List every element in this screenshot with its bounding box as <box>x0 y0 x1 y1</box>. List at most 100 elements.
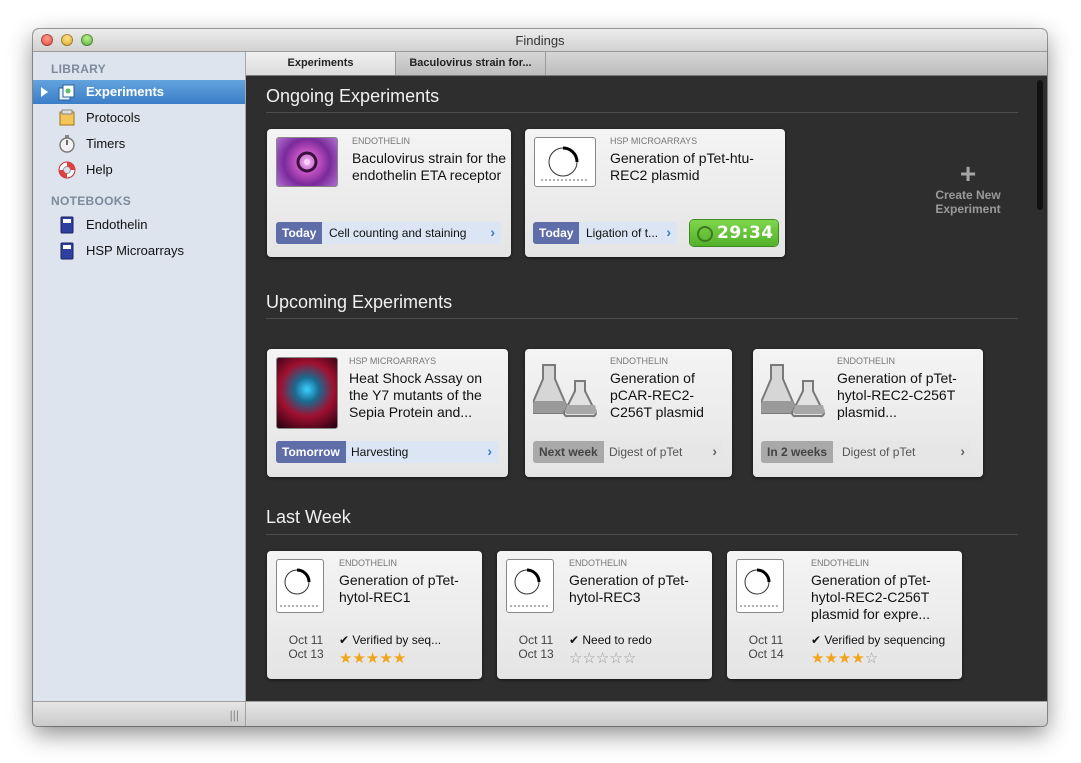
library-heading: LIBRARY <box>51 62 106 76</box>
sidebar-item-endothelin[interactable]: Endothelin <box>33 213 245 237</box>
star-empty-icon[interactable]: ☆ <box>609 650 622 667</box>
sidebar-item-timers[interactable]: Timers <box>33 132 245 156</box>
notebook-icon <box>60 242 74 260</box>
status-text: ✔ Need to redo <box>569 633 652 647</box>
create-label: Create New Experiment <box>935 188 1001 216</box>
sidebar-item-experiments[interactable]: Experiments <box>33 80 245 104</box>
star-filled-icon[interactable]: ★ <box>366 650 379 667</box>
sidebar-item-protocols[interactable]: Protocols <box>33 106 245 130</box>
status-text: ✔ Verified by seq... <box>339 633 442 647</box>
experiment-card[interactable]: ENDOTHELIN Generation of pCAR-REC2-C256T… <box>525 349 732 477</box>
star-empty-icon[interactable]: ☆ <box>582 650 595 667</box>
sidebar-footer: ||| <box>33 701 246 726</box>
card-title: Baculovirus strain for the endothelin ET… <box>352 150 507 183</box>
lifebuoy-icon <box>58 161 76 179</box>
title-bar: Findings <box>33 29 1047 52</box>
main-content: Ongoing Experiments ENDOTHELIN Baculovir… <box>246 76 1047 701</box>
divider <box>266 318 1018 319</box>
experiment-card[interactable]: ENDOTHELIN Generation of pTet-hytol-REC2… <box>727 551 962 679</box>
scrollbar-thumb[interactable] <box>1037 80 1043 210</box>
sidebar-item-hsp-microarrays[interactable]: HSP Microarrays <box>33 239 245 263</box>
date-end: Oct 13 <box>518 647 554 661</box>
window-title: Findings <box>515 33 565 48</box>
chevron-right-icon: › <box>487 443 492 459</box>
step-description: Cell counting and staining <box>329 226 467 240</box>
card-title: Heat Shock Assay on the Y7 mutants of th… <box>349 370 483 420</box>
chevron-right-icon: › <box>960 443 965 459</box>
tab-baculovirus[interactable]: Baculovirus strain for... <box>396 52 546 75</box>
plasmid-map-thumbnail <box>736 559 784 613</box>
sidebar-item-label: Experiments <box>86 84 165 99</box>
experiment-thumbnail <box>276 137 338 187</box>
star-filled-icon[interactable]: ★ <box>824 650 837 667</box>
step-when: Tomorrow <box>276 441 346 463</box>
app-window: Findings LIBRARY Experiments Protocols T… <box>33 29 1047 726</box>
create-new-experiment[interactable]: + Create New Experiment <box>918 158 1018 217</box>
star-filled-icon[interactable]: ★ <box>851 650 864 667</box>
disclosure-triangle-icon[interactable] <box>41 87 48 97</box>
date-start: Oct 11 <box>288 633 324 647</box>
experiment-card[interactable]: HSP MICROARRAYS Heat Shock Assay on the … <box>267 349 508 477</box>
flask-icon <box>761 364 825 418</box>
card-title: Generation of pTet-hytol-REC1 <box>339 572 459 605</box>
star-filled-icon[interactable]: ★ <box>339 650 352 667</box>
step-when: Today <box>533 222 580 244</box>
experiment-card[interactable]: ENDOTHELIN Baculovirus strain for the en… <box>267 129 511 257</box>
next-step[interactable]: Today Ligation of t... › <box>533 222 677 244</box>
card-title: Generation of pTet-hytol-REC2-C256T plas… <box>811 572 931 622</box>
sidebar-item-help[interactable]: Help <box>33 158 245 182</box>
chevron-right-icon: › <box>490 224 495 240</box>
clock-icon <box>697 226 713 242</box>
date-start: Oct 11 <box>518 633 554 647</box>
experiment-card[interactable]: ENDOTHELIN Generation of pTet-hytol-REC1… <box>267 551 482 679</box>
card-category: ENDOTHELIN <box>569 558 628 568</box>
resize-grip[interactable]: ||| <box>230 708 239 722</box>
step-description: Digest of pTet <box>609 445 683 459</box>
date-end: Oct 13 <box>288 647 324 661</box>
divider <box>266 112 1018 113</box>
card-category: HSP MICROARRAYS <box>349 356 437 366</box>
chevron-right-icon: › <box>666 224 671 240</box>
card-category: ENDOTHELIN <box>837 356 896 366</box>
experiment-card[interactable]: ENDOTHELIN Generation of pTet-hytol-REC2… <box>753 349 983 477</box>
experiment-card[interactable]: HSP MICROARRAYS Generation of pTet-htu-R… <box>525 129 785 257</box>
notebook-icon <box>60 216 74 234</box>
divider <box>266 534 1018 535</box>
chevron-right-icon: › <box>712 443 717 459</box>
star-empty-icon[interactable]: ☆ <box>865 650 878 667</box>
card-title: Generation of pTet-htu-REC2 plasmid <box>610 150 754 183</box>
section-title-last-week: Last Week <box>266 507 351 527</box>
star-filled-icon[interactable]: ★ <box>838 650 851 667</box>
running-timer[interactable]: 29:34 <box>690 220 778 246</box>
next-step[interactable]: Tomorrow Harvesting › <box>276 441 498 463</box>
section-title-ongoing: Ongoing Experiments <box>266 86 440 106</box>
star-empty-icon[interactable]: ☆ <box>569 650 582 667</box>
star-filled-icon[interactable]: ★ <box>811 650 824 667</box>
next-step[interactable]: Today Cell counting and staining › <box>276 222 501 244</box>
experiments-icon <box>58 84 75 101</box>
card-category: ENDOTHELIN <box>352 136 411 146</box>
star-rating[interactable]: ★★★★☆ <box>811 649 878 667</box>
star-filled-icon[interactable]: ★ <box>379 650 392 667</box>
next-step[interactable]: In 2 weeks Digest of pTet › <box>761 441 971 463</box>
next-step[interactable]: Next week Digest of pTet › <box>533 441 723 463</box>
star-rating[interactable]: ★★★★★ <box>339 649 406 667</box>
date-end: Oct 14 <box>748 647 784 661</box>
status-text: ✔ Verified by sequencing <box>811 633 946 647</box>
star-rating[interactable]: ☆☆☆☆☆ <box>569 649 636 667</box>
star-filled-icon[interactable]: ★ <box>393 650 406 667</box>
section-title-upcoming: Upcoming Experiments <box>266 292 453 312</box>
star-empty-icon[interactable]: ☆ <box>623 650 636 667</box>
step-description: Harvesting <box>351 445 409 459</box>
experiment-card[interactable]: ENDOTHELIN Generation of pTet-hytol-REC3… <box>497 551 712 679</box>
card-title: Generation of pCAR-REC2-C256T plasmid <box>610 370 704 420</box>
flask-icon <box>533 364 597 418</box>
step-description: Ligation of t... <box>586 226 659 240</box>
card-category: ENDOTHELIN <box>811 558 870 568</box>
star-empty-icon[interactable]: ☆ <box>596 650 609 667</box>
card-category: ENDOTHELIN <box>339 558 398 568</box>
plus-icon: + <box>959 158 977 189</box>
plasmid-map-thumbnail <box>276 559 324 613</box>
tab-experiments[interactable]: Experiments <box>246 52 396 75</box>
star-filled-icon[interactable]: ★ <box>352 650 365 667</box>
